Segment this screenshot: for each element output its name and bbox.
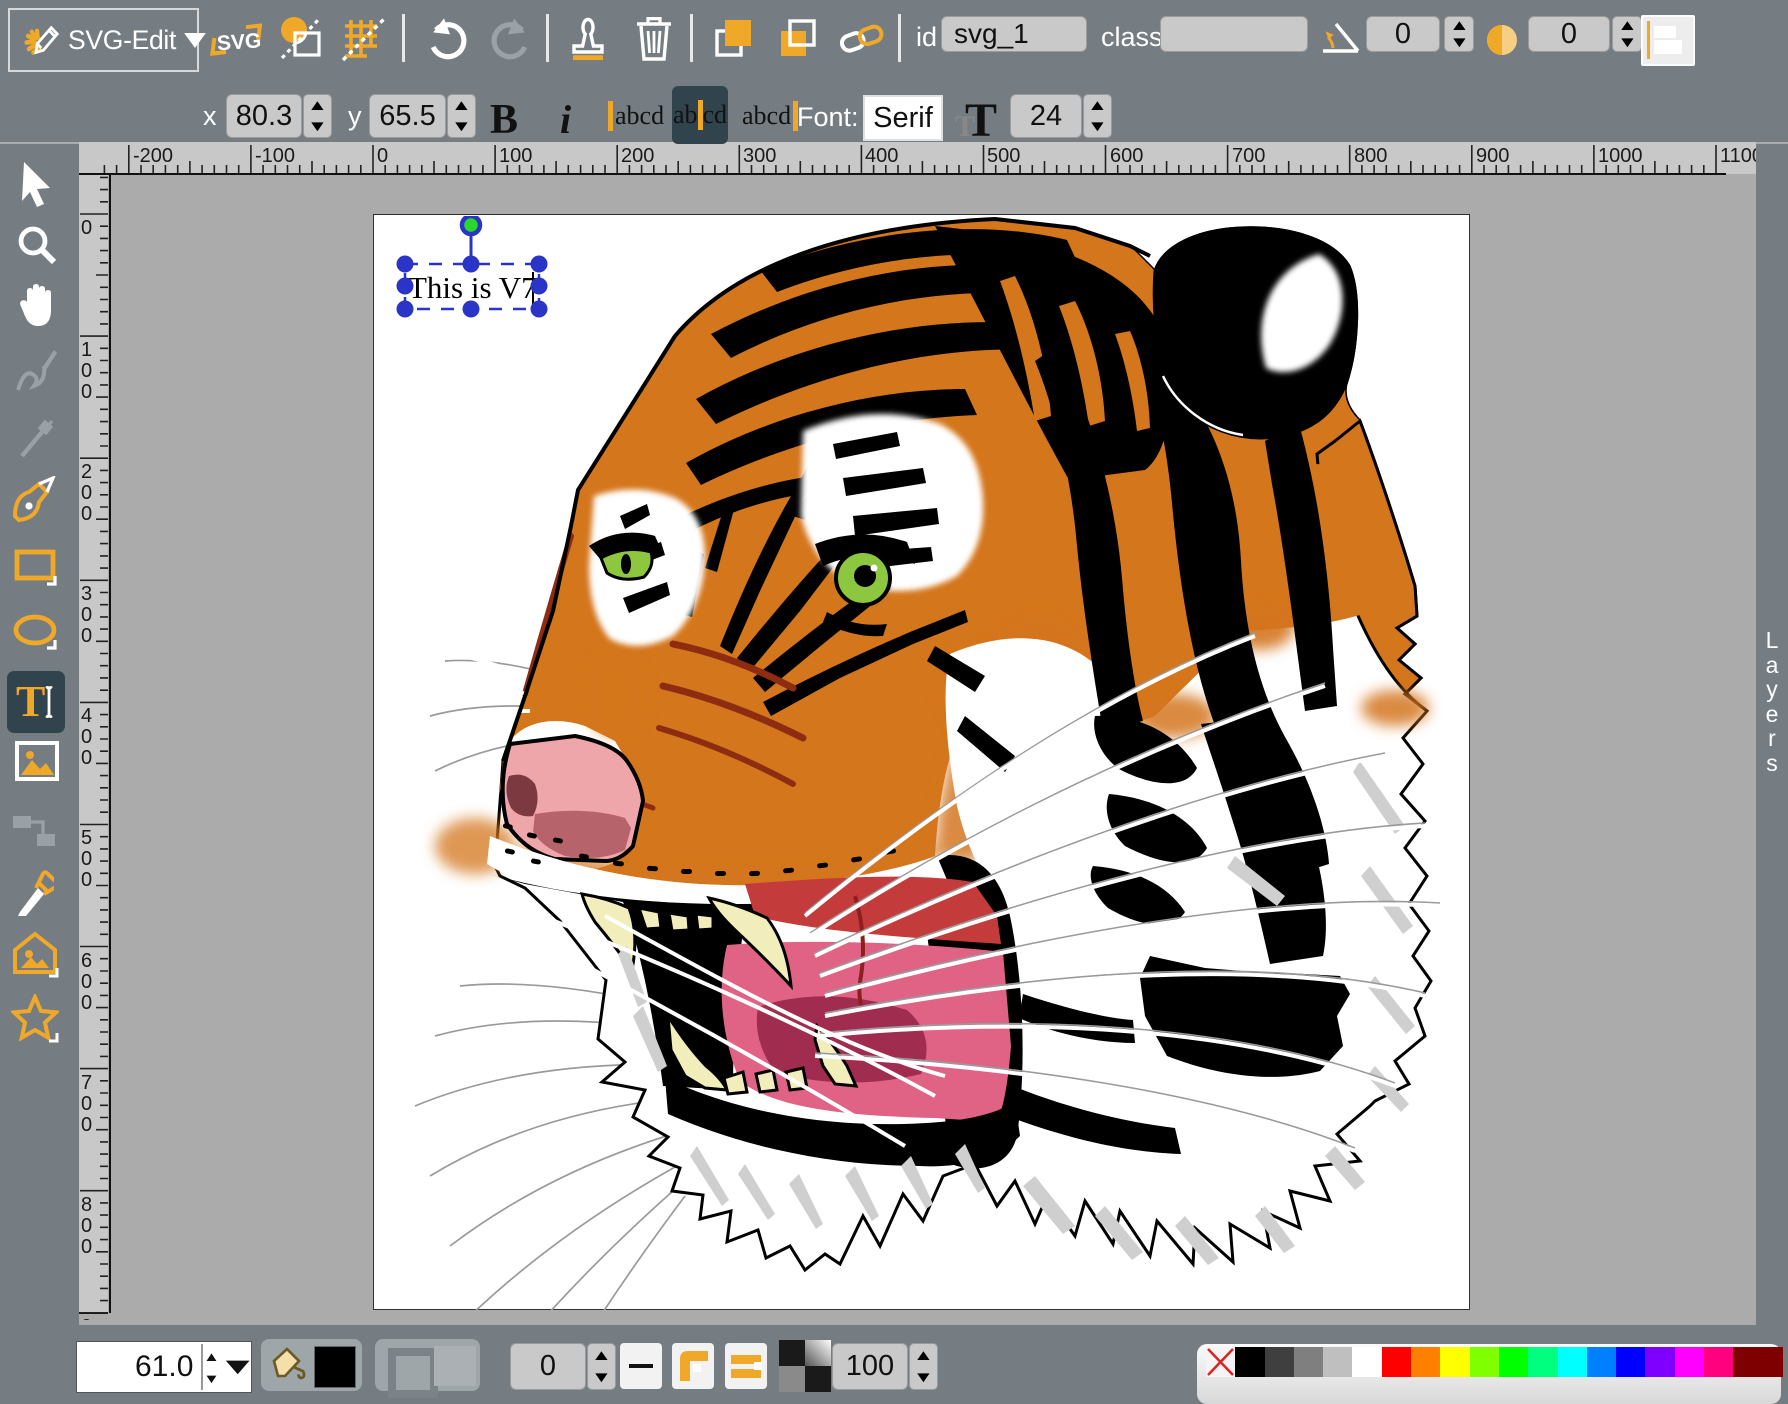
svg-text:0: 0 <box>81 1114 92 1136</box>
svg-text:6: 6 <box>81 950 92 972</box>
svg-text:0: 0 <box>81 726 92 748</box>
svg-text:600: 600 <box>1110 145 1143 167</box>
svg-text:900: 900 <box>1476 145 1509 167</box>
svg-text:0: 0 <box>81 992 92 1014</box>
svg-text:1: 1 <box>81 339 92 361</box>
svg-text:5: 5 <box>81 827 92 849</box>
svg-text:0: 0 <box>81 625 92 647</box>
svg-text:0: 0 <box>81 869 92 891</box>
svg-text:7: 7 <box>81 1072 92 1094</box>
svg-text:300: 300 <box>743 145 776 167</box>
svg-text:0: 0 <box>81 604 92 626</box>
svg-text:T: T <box>965 94 997 140</box>
svg-text:0: 0 <box>81 217 92 239</box>
svg-text:0: 0 <box>81 381 92 403</box>
svg-text:0: 0 <box>81 971 92 993</box>
svg-text:100: 100 <box>499 145 532 167</box>
svg-text:0: 0 <box>81 1215 92 1237</box>
svg-text:0: 0 <box>81 503 92 525</box>
svg-text:0: 0 <box>81 1236 92 1258</box>
svg-text:400: 400 <box>865 145 898 167</box>
svg-text:0: 0 <box>81 1093 92 1115</box>
svg-text:0: 0 <box>377 145 388 167</box>
svg-text:9: 9 <box>81 1316 92 1320</box>
svg-text:3: 3 <box>81 583 92 605</box>
svg-text:8: 8 <box>81 1194 92 1216</box>
svg-text:-200: -200 <box>133 145 173 167</box>
svg-text:800: 800 <box>1354 145 1387 167</box>
svg-text:700: 700 <box>1232 145 1265 167</box>
svg-text:SVG: SVG <box>216 29 262 55</box>
svg-text:1000: 1000 <box>1598 145 1643 167</box>
svg-text:500: 500 <box>987 145 1020 167</box>
svg-text:This is V7: This is V7 <box>408 270 537 305</box>
svg-text:0: 0 <box>81 482 92 504</box>
svg-text:T: T <box>16 678 45 726</box>
svg-text:0: 0 <box>81 848 92 870</box>
svg-text:1100: 1100 <box>1720 145 1756 167</box>
svg-text:0: 0 <box>81 747 92 769</box>
svg-text:2: 2 <box>81 461 92 483</box>
svg-text:200: 200 <box>621 145 654 167</box>
svg-text:-100: -100 <box>255 145 295 167</box>
svg-text:0: 0 <box>81 360 92 382</box>
svg-text:4: 4 <box>81 705 92 727</box>
